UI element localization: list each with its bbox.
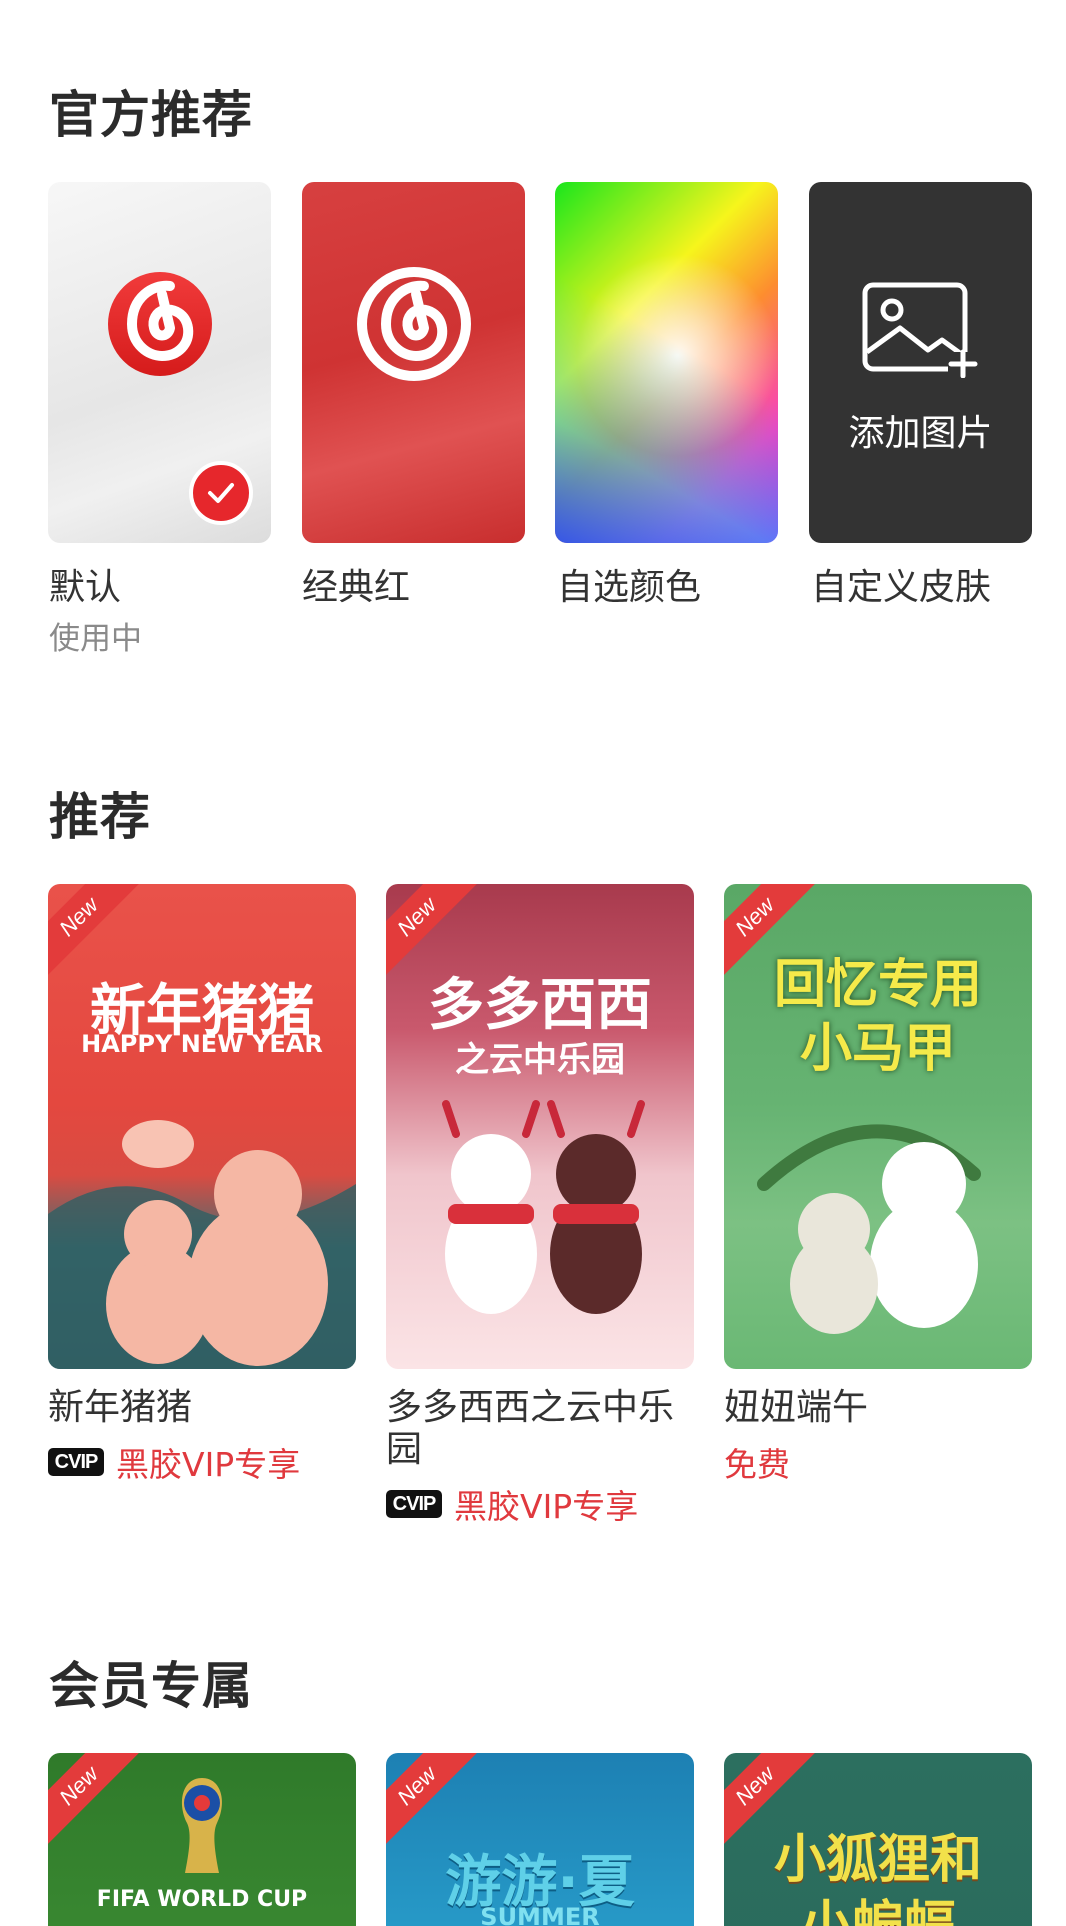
theme-price-label: 黑胶VIP专享 — [116, 1445, 301, 1484]
section-title-recommend: 推荐 — [49, 788, 151, 846]
skin-status-default: 使用中 — [49, 621, 142, 657]
skin-label-custom-skin: 自定义皮肤 — [811, 567, 992, 608]
add-image-label: 添加图片 — [848, 413, 993, 454]
color-spectrum — [555, 182, 778, 543]
netease-music-logo-icon — [107, 272, 212, 376]
cats-illustration — [757, 1124, 981, 1334]
skin-label-custom-color: 自选颜色 — [557, 567, 702, 608]
skin-label-default: 默认 — [49, 567, 122, 608]
section-title-official: 官方推荐 — [49, 86, 253, 144]
theme-name: 新年猪猪 — [48, 1387, 193, 1428]
skin-card-default[interactable] — [48, 182, 271, 543]
netease-music-logo-icon — [356, 267, 471, 381]
pig-illustration — [48, 1120, 356, 1369]
theme-price-label: 黑胶VIP专享 — [454, 1487, 639, 1526]
section-title-member: 会员专属 — [49, 1657, 253, 1715]
vinyl-vip-icon: CVIP — [386, 1490, 442, 1518]
add-image-area[interactable]: 添加图片 — [809, 282, 1032, 456]
theme-card-niuniu-duanwu[interactable]: New 回忆专用 小马甲 — [724, 884, 1032, 1369]
member-card-fox-bat[interactable]: New 小狐狸和 小蝙蝠 — [724, 1753, 1032, 1926]
skin-label-classic-red: 经典红 — [302, 567, 411, 608]
theme-price-vip: CVIP 黑胶VIP专享 — [48, 1438, 300, 1486]
vinyl-vip-icon: CVIP — [48, 1448, 104, 1476]
theme-name: 多多西西之云中乐园 — [386, 1387, 675, 1470]
selected-check-icon — [189, 461, 253, 525]
member-card-summer[interactable]: New 游游·夏 SUMMER — [386, 1753, 694, 1926]
theme-price-vip: CVIP 黑胶VIP专享 — [386, 1480, 638, 1528]
theme-price-free: 免费 — [724, 1445, 790, 1484]
theme-card-duoduo-xixi[interactable]: New 多多西西 之云中乐园 — [386, 884, 694, 1369]
member-art-subtitle: 小蝙蝠 — [799, 1896, 956, 1926]
member-art-title: FIFA WORLD CUP — [96, 1887, 308, 1912]
skin-card-custom-color[interactable] — [555, 182, 778, 543]
member-art-subtitle: SUMMER — [480, 1903, 600, 1926]
world-cup-trophy-icon — [182, 1778, 222, 1873]
theme-card-new-year-pig[interactable]: New 新年猪猪 HAPPY NEW YEAR — [48, 884, 356, 1369]
skin-card-classic-red[interactable] — [302, 182, 525, 543]
member-art-title: 小狐狸和 — [773, 1830, 982, 1890]
add-image-icon — [862, 282, 978, 378]
member-card-fifa[interactable]: New FIFA WORLD CUP — [48, 1753, 356, 1926]
skin-card-custom-skin[interactable]: 添加图片 — [809, 182, 1032, 543]
new-ribbon: New — [48, 1753, 146, 1853]
theme-name: 妞妞端午 — [724, 1387, 869, 1428]
reindeer-illustration — [442, 1100, 645, 1314]
